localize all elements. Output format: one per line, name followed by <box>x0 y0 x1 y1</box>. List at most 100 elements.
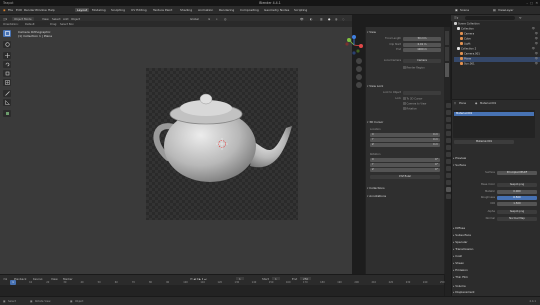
transform-tool[interactable] <box>3 79 11 86</box>
local-camera-field[interactable]: Camera <box>403 59 441 63</box>
camera-to-view-checkbox[interactable] <box>403 102 406 105</box>
menu-view[interactable]: View <box>42 17 49 21</box>
render-region-checkbox[interactable] <box>403 66 406 69</box>
tab-tool[interactable] <box>445 47 449 61</box>
outliner-item[interactable]: Collection 2 👁 <box>454 47 540 52</box>
transform-orientation[interactable]: Global <box>190 17 199 21</box>
maximize-icon[interactable]: □ <box>530 1 533 5</box>
scene-selector[interactable]: Scene <box>460 8 469 12</box>
transmission-section[interactable]: Transmission <box>453 247 538 252</box>
proportional-edit-icon[interactable]: ◎ <box>224 17 226 21</box>
view-section-header[interactable]: View <box>367 30 441 35</box>
menu-render[interactable]: Render <box>24 8 35 12</box>
metallic-field[interactable]: 0.000 <box>497 190 537 194</box>
move-tool[interactable] <box>3 52 11 59</box>
rot-y-field[interactable]: Y 0° <box>370 163 440 167</box>
menu-select[interactable]: Select <box>52 17 61 21</box>
alpha-field[interactable]: teapot.png <box>497 210 537 214</box>
normal-field[interactable]: Normal Map <box>497 217 537 221</box>
menu-help[interactable]: Help <box>48 8 55 12</box>
outliner-item[interactable]: Plane 👁 <box>454 57 540 62</box>
specular-section[interactable]: Specular <box>453 240 538 245</box>
outliner-item[interactable]: Camera 👁 <box>454 32 540 37</box>
tab-modeling[interactable]: Modeling <box>92 8 106 12</box>
rotation-mode-select[interactable]: XYZ Euler <box>370 175 440 179</box>
base-color-field[interactable]: teapot.png <box>497 183 537 187</box>
xray-icon[interactable]: ▥ <box>320 17 323 21</box>
visibility-icon[interactable]: 👁 <box>300 17 304 21</box>
tab-shading[interactable]: Shading <box>180 8 192 12</box>
material-selector[interactable]: Material.001 <box>454 140 514 144</box>
view-layer-props-icon[interactable] <box>445 124 451 129</box>
lock-object-field[interactable] <box>403 91 441 95</box>
tab-sculpting[interactable]: Sculpting <box>111 8 125 12</box>
minimize-icon[interactable]: – <box>526 1 528 5</box>
blender-logo-icon[interactable]: ◉ <box>3 8 6 12</box>
volume-section[interactable]: Volume <box>453 284 538 289</box>
timeline-ruler[interactable]: 1102030405060708090100110120130140150160… <box>0 280 445 285</box>
teapot-model[interactable] <box>146 68 298 220</box>
filter-icon[interactable]: ⛛ <box>519 16 522 20</box>
view-lock-section-header[interactable]: View Lock <box>367 84 441 89</box>
shading-solid-icon[interactable]: ● <box>328 17 330 21</box>
outliner-item[interactable]: Sun.001 👁 <box>454 62 540 67</box>
visibility-eye-icon[interactable]: 👁 <box>532 47 535 50</box>
texture-props-icon[interactable] <box>445 194 451 199</box>
shading-material-icon[interactable]: ◍ <box>335 17 337 21</box>
camera-view-icon[interactable] <box>356 74 362 80</box>
material-props-icon[interactable] <box>445 187 451 192</box>
output-props-icon[interactable] <box>445 117 451 122</box>
outliner-item[interactable]: Camera.001 👁 <box>454 52 540 57</box>
tab-item[interactable] <box>445 31 449 45</box>
3d-cursor-section-header[interactable]: 3D Cursor <box>367 120 441 125</box>
rotate-tool[interactable] <box>3 61 11 68</box>
annotate-tool[interactable] <box>3 90 11 97</box>
sheen-section[interactable]: Sheen <box>453 261 538 266</box>
visibility-eye-icon[interactable]: 👁 <box>532 27 535 30</box>
subsurface-section[interactable]: Subsurface <box>453 233 538 238</box>
surface-shader-field[interactable]: Principled BSDF <box>497 171 537 175</box>
mode-selector[interactable]: Object Mode <box>12 16 34 21</box>
tab-layout[interactable]: Layout <box>75 8 90 12</box>
snap-icon[interactable]: ⌖ <box>216 17 218 21</box>
drag-value[interactable]: Select Box <box>60 23 74 26</box>
tool-props-icon[interactable] <box>445 103 451 108</box>
physics-props-icon[interactable] <box>445 166 451 171</box>
playhead[interactable]: 1 <box>10 280 16 285</box>
tab-animation[interactable]: Animation <box>198 8 213 12</box>
scene-props-icon[interactable] <box>445 131 451 136</box>
object-props-icon[interactable] <box>445 145 451 150</box>
visibility-eye-icon[interactable]: 👁 <box>535 32 538 35</box>
world-props-icon[interactable] <box>445 138 451 143</box>
preview-section[interactable]: Preview <box>453 156 538 161</box>
perspective-toggle-icon[interactable] <box>356 82 362 88</box>
cursor-x-field[interactable]: X0 m <box>370 133 440 137</box>
visibility-eye-icon[interactable]: 👁 <box>535 52 538 55</box>
tab-view[interactable] <box>445 63 449 77</box>
visibility-eye-icon[interactable]: 👁 <box>535 62 538 65</box>
pivot-icon[interactable]: ⊙ <box>208 17 210 21</box>
lock-rotation-checkbox[interactable] <box>403 107 406 110</box>
tab-rendering[interactable]: Rendering <box>219 8 234 12</box>
zoom-icon[interactable] <box>356 58 362 64</box>
tab-scripting[interactable]: Scripting <box>294 8 307 12</box>
menu-window[interactable]: Window <box>35 8 47 12</box>
material-slot[interactable]: Material.001 <box>454 112 534 116</box>
focal-length-field[interactable]: 50 mm <box>403 37 441 41</box>
roughness-field[interactable]: 0.500 <box>497 196 537 200</box>
outliner-scene-collection[interactable]: Scene Collection <box>454 22 538 27</box>
select-box-tool[interactable] <box>3 30 11 37</box>
cursor-z-field[interactable]: Z0 m <box>370 143 440 147</box>
displacement-section[interactable]: Displacement <box>453 290 538 295</box>
clip-end-field[interactable]: 1000 m <box>403 48 441 52</box>
navigation-gizmo[interactable] <box>343 34 365 56</box>
collections-section-header[interactable]: Collections <box>367 186 441 191</box>
visibility-eye-icon[interactable]: 👁 <box>535 42 538 45</box>
render-props-icon[interactable] <box>445 110 451 115</box>
cursor-tool[interactable] <box>3 41 11 48</box>
menu-object[interactable]: Object <box>71 17 80 21</box>
tab-geometry-nodes[interactable]: Geometry Nodes <box>264 8 289 12</box>
thin-film-section[interactable]: Thin Film <box>453 275 538 280</box>
scale-tool[interactable] <box>3 70 11 77</box>
view-layer-selector[interactable]: ViewLayer <box>498 8 513 12</box>
